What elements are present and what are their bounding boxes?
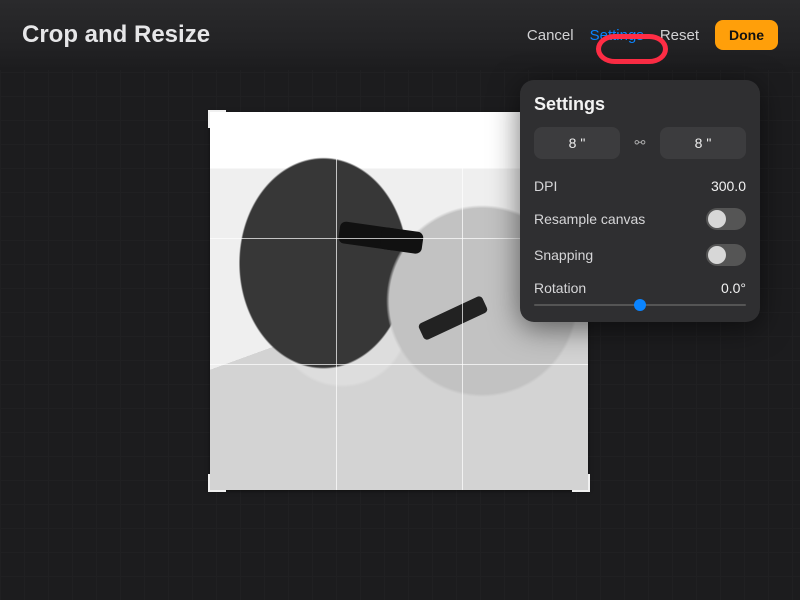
rotation-slider-thumb[interactable]: [634, 299, 646, 311]
resample-toggle[interactable]: [706, 208, 746, 230]
snapping-label: Snapping: [534, 247, 593, 263]
dimensions-row: 8 " ⚯ 8 ": [534, 127, 746, 159]
resample-label: Resample canvas: [534, 211, 645, 227]
crop-handle-bottom-left[interactable]: [208, 474, 226, 492]
rotation-slider[interactable]: [534, 304, 746, 306]
resample-row: Resample canvas: [534, 201, 746, 237]
topbar: Crop and Resize Cancel Settings Reset Do…: [0, 0, 800, 70]
width-input[interactable]: 8 ": [534, 127, 620, 159]
top-actions: Cancel Settings Reset Done: [527, 20, 778, 50]
snapping-toggle[interactable]: [706, 244, 746, 266]
dpi-label: DPI: [534, 178, 557, 194]
dpi-value[interactable]: 300.0: [711, 178, 746, 194]
snapping-row: Snapping: [534, 237, 746, 273]
height-input[interactable]: 8 ": [660, 127, 746, 159]
settings-button[interactable]: Settings: [590, 27, 644, 44]
crop-handle-top-left[interactable]: [208, 110, 226, 128]
settings-title: Settings: [534, 94, 746, 115]
done-button[interactable]: Done: [715, 20, 778, 50]
dpi-row: DPI 300.0: [534, 171, 746, 201]
settings-popover: Settings 8 " ⚯ 8 " DPI 300.0 Resample ca…: [520, 80, 760, 322]
page-title: Crop and Resize: [22, 21, 210, 49]
rotation-row: Rotation 0.0°: [534, 273, 746, 298]
rotation-value: 0.0°: [721, 280, 746, 296]
reset-button[interactable]: Reset: [660, 27, 699, 44]
cancel-button[interactable]: Cancel: [527, 27, 574, 44]
rotation-label: Rotation: [534, 280, 586, 296]
link-aspect-icon[interactable]: ⚯: [628, 135, 652, 151]
crop-handle-bottom-right[interactable]: [572, 474, 590, 492]
